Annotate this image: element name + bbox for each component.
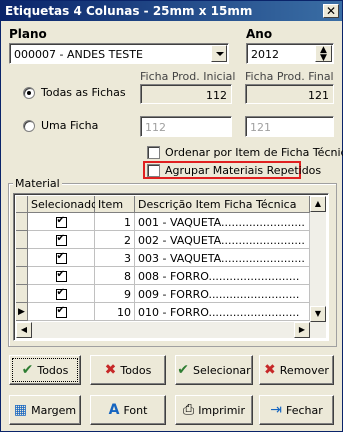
remover-button[interactable]: ✖ Remover xyxy=(259,355,334,385)
row-indicator xyxy=(16,213,28,231)
select-cell[interactable] xyxy=(28,267,95,285)
title-bar[interactable]: Etiquetas 4 Colunas - 25mm x 15mm ✕ xyxy=(1,1,342,21)
material-label: Material xyxy=(13,177,62,190)
desc-cell: 003 - VAQUETA........................ xyxy=(135,249,310,267)
printer-icon: ⎙ xyxy=(182,402,195,418)
table-row[interactable]: ▶ 10 010 - FORRO........................… xyxy=(16,303,310,321)
ficha-inicial-field[interactable]: 112 xyxy=(140,84,232,104)
table-row[interactable]: 9 009 - FORRO.......................... xyxy=(16,285,310,303)
checkbox-checked-icon[interactable] xyxy=(55,215,67,228)
item-cell: 8 xyxy=(95,267,135,285)
row-indicator: ▶ xyxy=(16,303,28,321)
x-icon: ✖ xyxy=(104,362,117,378)
agrupar-checkbox[interactable] xyxy=(147,164,160,177)
check-icon: ✔ xyxy=(21,362,34,378)
plano-label: Plano xyxy=(9,27,47,41)
table-row[interactable]: 1 001 - VAQUETA........................ xyxy=(16,213,310,231)
row-indicator xyxy=(16,231,28,249)
desc-cell: 002 - VAQUETA........................ xyxy=(135,231,310,249)
exit-icon: ⇥ xyxy=(270,402,282,418)
desc-cell: 008 - FORRO.......................... xyxy=(135,267,310,285)
margem-label: Margem xyxy=(31,403,77,417)
margem-button[interactable]: ▦ Margem xyxy=(9,395,81,425)
desc-cell: 001 - VAQUETA........................ xyxy=(135,213,310,231)
agrupar-label[interactable]: Agrupar Materiais Repetidos xyxy=(165,164,321,177)
spin-updown-icon[interactable]: ▲ ▼ xyxy=(315,45,332,63)
uma-ficha-inicial-field[interactable]: 112 xyxy=(140,116,232,137)
col-header-item[interactable]: Item xyxy=(95,196,135,213)
checkbox-checked-icon[interactable] xyxy=(55,305,67,318)
radio-todas-label[interactable]: Todas as Fichas xyxy=(41,86,126,99)
select-cell[interactable] xyxy=(28,231,95,249)
ficha-final-field[interactable]: 121 xyxy=(245,84,334,104)
ficha-final-label: Ficha Prod. Final xyxy=(245,70,334,83)
close-button[interactable]: ✕ xyxy=(323,4,339,18)
plano-select[interactable]: 000007 - ANDES TESTE xyxy=(9,43,229,64)
fechar-label: Fechar xyxy=(285,403,323,417)
row-indicator xyxy=(16,249,28,267)
row-indicator xyxy=(16,285,28,303)
grid-corner xyxy=(16,196,28,213)
ano-spinner[interactable]: 2012 ▲ ▼ xyxy=(246,43,334,64)
checkbox-checked-icon[interactable] xyxy=(55,251,67,264)
deselect-all-label: Todos xyxy=(120,363,152,377)
scroll-right-icon[interactable]: ▶ xyxy=(294,322,310,338)
select-all-button[interactable]: ✔ Todos xyxy=(9,355,81,385)
checkbox-checked-icon[interactable] xyxy=(55,269,67,282)
plano-value: 000007 - ANDES TESTE xyxy=(14,48,143,61)
table-row[interactable]: 2 002 - VAQUETA........................ xyxy=(16,231,310,249)
item-cell: 3 xyxy=(95,249,135,267)
selecionar-button[interactable]: ✔ Selecionar xyxy=(175,355,253,385)
row-indicator xyxy=(16,267,28,285)
vertical-scrollbar[interactable]: ▲ ▼ xyxy=(310,196,326,338)
select-cell[interactable] xyxy=(28,213,95,231)
radio-todas-fichas[interactable] xyxy=(23,87,35,99)
checkbox-checked-icon[interactable] xyxy=(55,287,67,300)
item-cell: 10 xyxy=(95,303,135,321)
ano-value: 2012 xyxy=(251,48,279,61)
table-row[interactable]: 8 008 - FORRO.......................... xyxy=(16,267,310,285)
ordenar-label[interactable]: Ordenar por Item de Ficha Técnica xyxy=(165,146,343,159)
horizontal-scrollbar[interactable]: ◀ ▶ xyxy=(16,322,310,338)
dialog-window: Etiquetas 4 Colunas - 25mm x 15mm ✕ Plan… xyxy=(0,0,343,432)
fechar-button[interactable]: ⇥ Fechar xyxy=(259,395,334,425)
item-cell: 2 xyxy=(95,231,135,249)
window-title: Etiquetas 4 Colunas - 25mm x 15mm xyxy=(5,4,253,18)
imprimir-label: Imprimir xyxy=(198,403,246,417)
font-icon: A xyxy=(108,402,120,418)
deselect-all-button[interactable]: ✖ Todos xyxy=(90,355,166,385)
radio-uma-ficha[interactable] xyxy=(23,120,35,132)
scroll-down-icon[interactable]: ▼ xyxy=(310,306,326,322)
table-row[interactable]: 3 003 - VAQUETA........................ xyxy=(16,249,310,267)
ordenar-checkbox[interactable] xyxy=(147,146,160,159)
chevron-down-icon[interactable] xyxy=(211,45,227,62)
font-label: Font xyxy=(123,403,148,417)
desc-cell: 010 - FORRO.......................... xyxy=(135,303,310,321)
ano-label: Ano xyxy=(246,27,273,41)
select-all-label: Todos xyxy=(37,363,69,377)
select-cell[interactable] xyxy=(28,249,95,267)
select-cell[interactable] xyxy=(28,285,95,303)
select-cell[interactable] xyxy=(28,303,95,321)
col-header-descricao[interactable]: Descrição Item Ficha Técnica xyxy=(135,196,310,213)
selecionar-label: Selecionar xyxy=(193,363,251,377)
item-cell: 9 xyxy=(95,285,135,303)
material-grid[interactable]: Selecionado Item Descrição Item Ficha Té… xyxy=(13,193,329,341)
remove-icon: ✖ xyxy=(264,362,276,378)
font-button[interactable]: A Font xyxy=(90,395,166,425)
desc-cell: 009 - FORRO.......................... xyxy=(135,285,310,303)
item-cell: 1 xyxy=(95,213,135,231)
scroll-up-icon[interactable]: ▲ xyxy=(310,196,326,212)
ficha-inicial-label: Ficha Prod. Inicial xyxy=(140,70,236,83)
margin-icon: ▦ xyxy=(13,402,28,418)
imprimir-button[interactable]: ⎙ Imprimir xyxy=(175,395,253,425)
radio-uma-label[interactable]: Uma Ficha xyxy=(41,119,98,132)
col-header-selecionado[interactable]: Selecionado xyxy=(28,196,98,213)
remover-label: Remover xyxy=(279,363,329,377)
checkbox-checked-icon[interactable] xyxy=(55,233,67,246)
select-icon: ✔ xyxy=(177,362,190,378)
scroll-left-icon[interactable]: ◀ xyxy=(16,322,32,338)
uma-ficha-final-field[interactable]: 121 xyxy=(245,116,334,137)
